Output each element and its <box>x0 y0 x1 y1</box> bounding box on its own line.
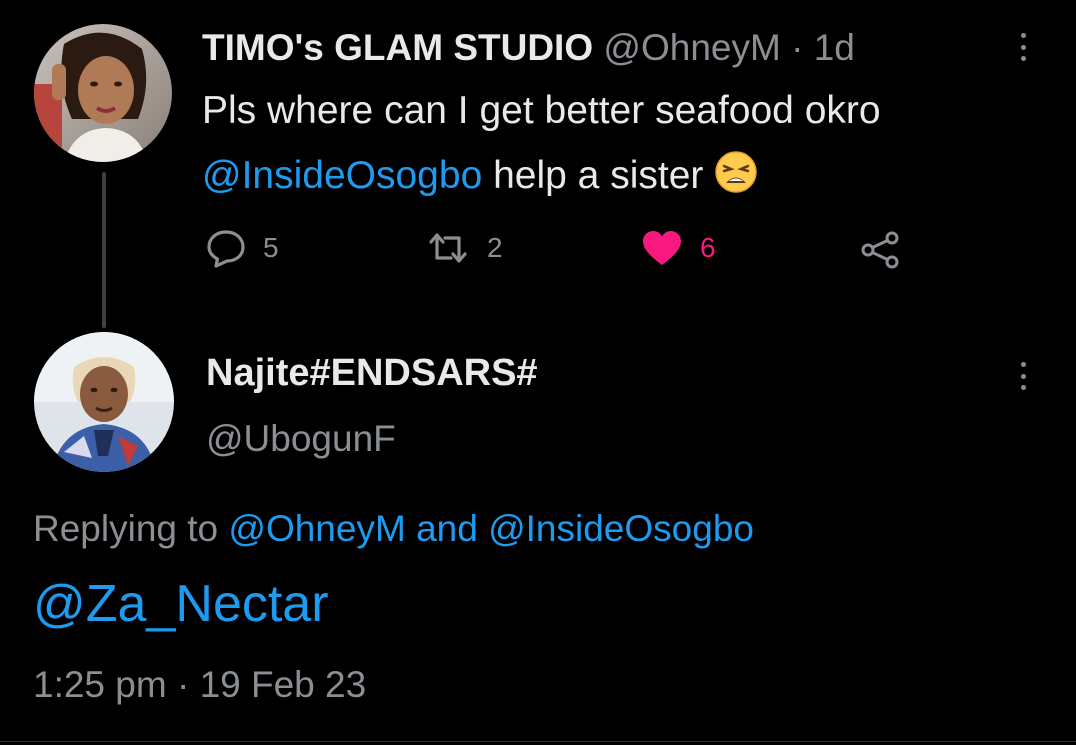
avatar-timo-image <box>34 24 172 162</box>
avatar-najite[interactable] <box>34 332 174 472</box>
replying-to-and: and <box>405 508 489 549</box>
reply-bubble-icon <box>207 230 245 268</box>
like-action[interactable]: 6 <box>640 228 716 268</box>
divider <box>0 741 1076 742</box>
share-icon <box>861 231 899 269</box>
tweet-more-options-icon[interactable] <box>1021 33 1029 61</box>
reply-timestamp[interactable]: 1:25 pm · 19 Feb 23 <box>33 662 366 708</box>
avatar-timo[interactable] <box>34 24 172 162</box>
weary-face-emoji-icon <box>714 150 758 205</box>
replying-to-insideosogbo[interactable]: @InsideOsogbo <box>488 508 754 549</box>
retweet-count: 2 <box>487 232 503 263</box>
retweet-action[interactable]: 2 <box>425 228 503 268</box>
tweet-text-rest: help a sister <box>482 154 715 197</box>
replying-to-ohneym[interactable]: @OhneyM <box>228 508 405 549</box>
tweet-text-line1: Pls where can I get better seafood okro <box>202 89 881 132</box>
reply-more-options-icon[interactable] <box>1021 362 1029 390</box>
share-action[interactable] <box>858 230 902 275</box>
replying-to-label: Replying to <box>33 508 229 549</box>
reply-text-mention-za-nectar[interactable]: @Za_Nectar <box>33 574 329 634</box>
tweet-author-name[interactable]: TIMO's GLAM STUDIO <box>202 27 593 68</box>
mention-insideosogbo[interactable]: @InsideOsogbo <box>202 154 482 197</box>
reply-author-handle[interactable]: @UbogunF <box>206 416 396 462</box>
reply-action[interactable]: 5 <box>205 228 279 268</box>
like-count: 6 <box>700 232 716 263</box>
replying-to-line: Replying to @OhneyM and @InsideOsogbo <box>33 506 754 552</box>
reply-count: 5 <box>263 232 279 263</box>
avatar-najite-image <box>34 332 174 472</box>
tweet-header: TIMO's GLAM STUDIO @OhneyM · 1d <box>202 26 855 70</box>
tweet-author-handle[interactable]: @OhneyM <box>603 27 780 68</box>
thread-connector-line <box>102 172 106 328</box>
tweet-separator: · <box>791 27 804 68</box>
tweet-text-line2: @InsideOsogbo help a sister <box>202 150 758 205</box>
tweet-time[interactable]: 1d <box>814 27 855 68</box>
retweet-icon <box>429 233 467 263</box>
reply-author-name[interactable]: Najite#ENDSARS# <box>206 350 538 396</box>
heart-filled-icon <box>643 231 681 265</box>
